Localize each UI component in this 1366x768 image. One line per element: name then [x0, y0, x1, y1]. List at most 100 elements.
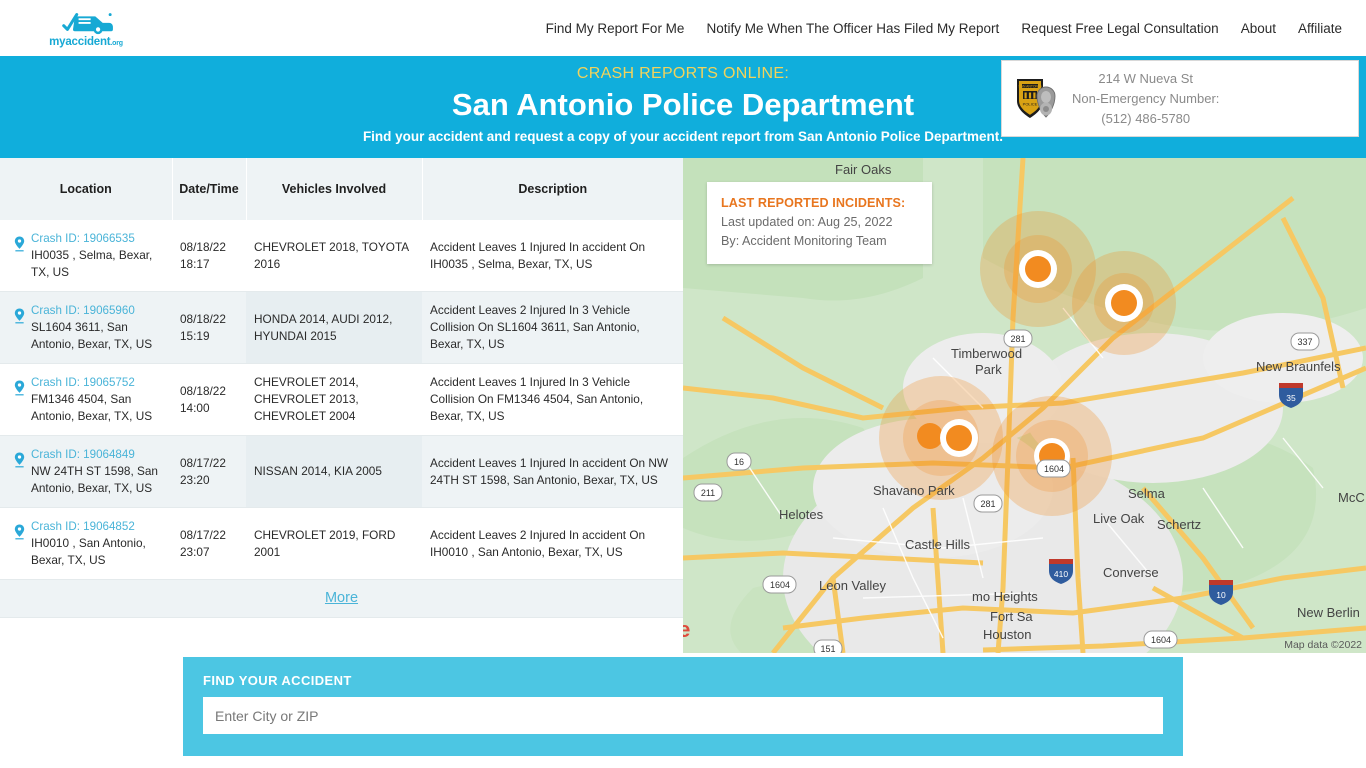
cell-description: Accident Leaves 2 Injured In accident On…: [422, 507, 683, 580]
cell-description: Accident Leaves 2 Injured In 3 Vehicle C…: [422, 291, 683, 364]
location-text: NW 24TH ST 1598, San Antonio, Bexar, TX,…: [31, 464, 158, 495]
column-header-location: Location: [0, 158, 173, 220]
table-row[interactable]: Crash ID: 19065752 FM1346 4504, San Anto…: [0, 363, 683, 436]
svg-text:Converse: Converse: [1103, 565, 1159, 580]
location-text: IH0010 , San Antonio, Bexar, TX, US: [31, 536, 146, 567]
cell-vehicles: CHEVROLET 2014, CHEVROLET 2013, CHEVROLE…: [246, 363, 422, 436]
svg-text:Fort Sa: Fort Sa: [990, 609, 1033, 624]
svg-text:Selma: Selma: [1128, 486, 1166, 501]
nav-item-notify-me[interactable]: Notify Me When The Officer Has Filed My …: [706, 21, 999, 36]
cell-datetime: 08/18/22 14:00: [172, 363, 246, 436]
svg-text:Shavano Park: Shavano Park: [873, 483, 955, 498]
location-text: SL1604 3611, San Antonio, Bexar, TX, US: [31, 320, 153, 351]
police-badge-icon: SAN ANTONIO POLICE: [1014, 75, 1060, 123]
cell-vehicles: HONDA 2014, AUDI 2012, HYUNDAI 2015: [246, 291, 422, 364]
svg-text:10: 10: [1216, 590, 1226, 600]
crash-reports-table: Location Date/Time Vehicles Involved Des…: [0, 158, 683, 618]
hero-banner: CRASH REPORTS ONLINE: San Antonio Police…: [0, 56, 1366, 158]
cell-vehicles: CHEVROLET 2018, TOYOTA 2016: [246, 220, 422, 292]
table-more-row: More: [0, 579, 683, 618]
last-reported-incidents-card: LAST REPORTED INCIDENTS: Last updated on…: [707, 182, 932, 264]
nav-item-about[interactable]: About: [1241, 21, 1276, 36]
svg-text:281: 281: [1010, 334, 1025, 344]
table-header-row: Location Date/Time Vehicles Involved Des…: [0, 158, 683, 220]
svg-text:New Braunfels: New Braunfels: [1256, 359, 1341, 374]
nav-item-legal-consultation[interactable]: Request Free Legal Consultation: [1021, 21, 1218, 36]
svg-text:SAN ANTONIO: SAN ANTONIO: [1018, 84, 1041, 88]
find-accident-panel: FIND YOUR ACCIDENT: [183, 657, 1183, 756]
table-row[interactable]: Crash ID: 19065960 SL1604 3611, San Anto…: [0, 291, 683, 364]
department-address: 214 W Nueva St: [1098, 70, 1194, 86]
cell-datetime: 08/17/22 23:20: [172, 435, 246, 508]
crash-id-link[interactable]: Crash ID: 19064852: [31, 518, 164, 535]
site-logo[interactable]: myaccident.org: [36, 9, 136, 48]
incidents-last-updated: Last updated on: Aug 25, 2022: [721, 215, 893, 229]
cell-datetime: 08/18/22 15:19: [172, 291, 246, 364]
svg-text:Houston: Houston: [983, 627, 1031, 642]
svg-text:1604: 1604: [1044, 464, 1064, 474]
svg-text:Castle Hills: Castle Hills: [905, 537, 971, 552]
svg-text:151: 151: [820, 644, 835, 653]
crash-id-link[interactable]: Crash ID: 19065960: [31, 302, 164, 319]
main-content: Location Date/Time Vehicles Involved Des…: [0, 158, 1366, 653]
svg-text:POLICE: POLICE: [1023, 101, 1038, 106]
svg-text:Timberwood: Timberwood: [951, 346, 1022, 361]
cell-description: Accident Leaves 1 Injured In accident On…: [422, 435, 683, 508]
incident-map[interactable]: 281 337 35 16 1604 211 281 410 1604 10 1…: [683, 158, 1366, 653]
google-watermark: le: [683, 617, 690, 642]
map-pin-icon: [14, 380, 25, 396]
location-text: IH0035 , Selma, Bexar, TX, US: [31, 248, 153, 279]
top-header: myaccident.org Find My Report For Me Not…: [0, 0, 1366, 56]
incidents-card-title: LAST REPORTED INCIDENTS:: [721, 196, 906, 210]
location-text: FM1346 4504, San Antonio, Bexar, TX, US: [31, 392, 153, 423]
cell-description: Accident Leaves 1 Injured In accident On…: [422, 220, 683, 292]
nav-item-affiliate[interactable]: Affiliate: [1298, 21, 1342, 36]
svg-text:mo Heights: mo Heights: [972, 589, 1038, 604]
table-row[interactable]: Crash ID: 19066535 IH0035 , Selma, Bexar…: [0, 220, 683, 292]
column-header-datetime: Date/Time: [172, 158, 247, 220]
crash-table-pane: Location Date/Time Vehicles Involved Des…: [0, 158, 683, 618]
logo-wordmark: myaccident.org: [49, 35, 123, 48]
svg-text:Park: Park: [975, 362, 1002, 377]
city-or-zip-input[interactable]: [203, 697, 1163, 734]
svg-text:New Berlin: New Berlin: [1297, 605, 1360, 620]
cell-location: Crash ID: 19064849 NW 24TH ST 1598, San …: [0, 435, 172, 508]
more-link[interactable]: More: [325, 590, 358, 606]
cell-datetime: 08/17/22 23:07: [172, 507, 246, 580]
cell-location: Crash ID: 19064852 IH0010 , San Antonio,…: [0, 507, 172, 580]
cell-vehicles: NISSAN 2014, KIA 2005: [246, 435, 422, 508]
department-details: 214 W Nueva St Non-Emergency Number: (51…: [1072, 69, 1219, 129]
nav-item-find-my-report[interactable]: Find My Report For Me: [546, 21, 685, 36]
cell-datetime: 08/18/22 18:17: [172, 220, 246, 292]
department-phone-label: Non-Emergency Number:: [1072, 90, 1220, 106]
find-accident-title: FIND YOUR ACCIDENT: [203, 673, 352, 688]
table-row[interactable]: Crash ID: 19064849 NW 24TH ST 1598, San …: [0, 435, 683, 508]
table-row[interactable]: Crash ID: 19064852 IH0010 , San Antonio,…: [0, 507, 683, 580]
svg-text:16: 16: [734, 457, 744, 467]
crash-id-link[interactable]: Crash ID: 19065752: [31, 374, 164, 391]
map-pin-icon: [14, 452, 25, 468]
cell-location: Crash ID: 19066535 IH0035 , Selma, Bexar…: [0, 220, 172, 292]
svg-text:Fair Oaks: Fair Oaks: [835, 162, 892, 177]
map-pin-icon: [14, 524, 25, 540]
svg-text:Live Oak: Live Oak: [1093, 511, 1145, 526]
map-pin-icon: [14, 236, 25, 252]
department-phone: (512) 486-5780: [1101, 110, 1191, 126]
crash-id-link[interactable]: Crash ID: 19064849: [31, 446, 164, 463]
column-header-vehicles: Vehicles Involved: [246, 158, 423, 220]
svg-text:Helotes: Helotes: [779, 507, 824, 522]
cell-description: Accident Leaves 1 Injured In 3 Vehicle C…: [422, 363, 683, 436]
svg-text:McC: McC: [1338, 490, 1365, 505]
car-document-check-icon: [62, 12, 113, 34]
svg-text:281: 281: [980, 499, 995, 509]
cell-location: Crash ID: 19065960 SL1604 3611, San Anto…: [0, 291, 172, 364]
svg-text:1604: 1604: [770, 580, 790, 590]
svg-text:337: 337: [1297, 337, 1312, 347]
svg-text:Schertz: Schertz: [1157, 517, 1201, 532]
svg-text:35: 35: [1286, 393, 1296, 403]
find-accident-section: FIND YOUR ACCIDENT: [0, 653, 1366, 768]
crash-id-link[interactable]: Crash ID: 19066535: [31, 230, 164, 247]
map-attribution: Map data ©2022: [1284, 639, 1362, 651]
incidents-source: By: Accident Monitoring Team: [721, 234, 887, 248]
svg-text:Leon Valley: Leon Valley: [819, 578, 886, 593]
